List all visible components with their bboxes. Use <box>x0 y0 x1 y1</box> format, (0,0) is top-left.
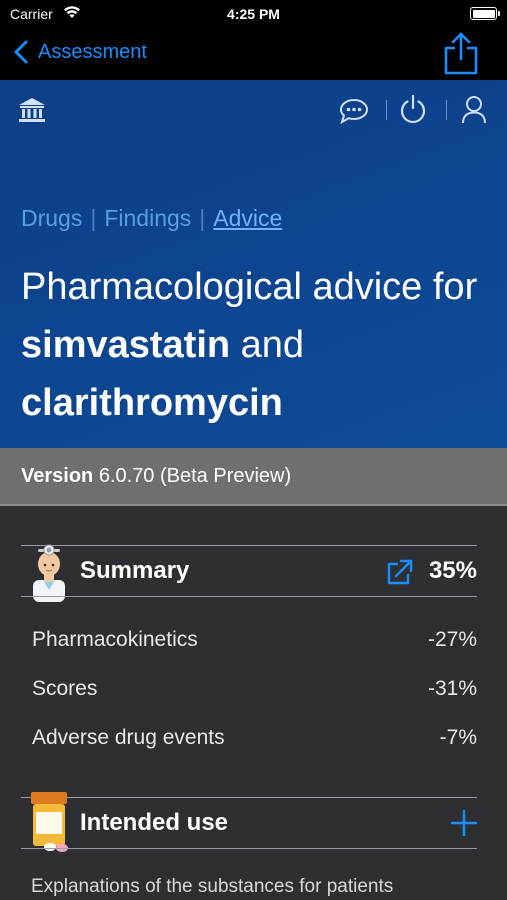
version-bar: Version 6.0.70 (Beta Preview) <box>0 448 507 506</box>
breadcrumb: Drugs | Findings | Advice <box>21 205 282 232</box>
title-drug-1: simvastatin <box>21 324 231 366</box>
chat-icon[interactable] <box>339 98 369 124</box>
back-button-label: Assessment <box>38 40 147 63</box>
intended-use-explanation: Explanations of the substances for patie… <box>31 876 394 897</box>
list-item[interactable]: Adverse drug events -7% <box>32 726 477 750</box>
user-icon[interactable] <box>461 95 487 125</box>
battery-icon <box>470 7 500 20</box>
title-connector: and <box>240 324 305 366</box>
metric-value: -7% <box>439 726 477 749</box>
hero-header: Drugs | Findings | Advice Pharmacological ad… <box>0 80 507 448</box>
plus-icon[interactable] <box>451 810 477 836</box>
title-drug-2: clarithromycin <box>21 382 283 424</box>
intended-use-title: Intended use <box>80 809 229 836</box>
intended-use-header[interactable]: Intended use <box>0 792 507 852</box>
summary-title: Summary <box>80 557 190 584</box>
summary-percent: 35% <box>428 557 477 584</box>
version-value: 6.0.70 (Beta Preview) <box>98 465 292 487</box>
doctor-icon <box>33 544 65 602</box>
version-label: Version <box>21 465 94 487</box>
metric-value: -27% <box>427 628 477 651</box>
breadcrumb-separator: | <box>90 205 97 231</box>
list-item[interactable]: Pharmacokinetics -27% <box>32 628 477 652</box>
divider <box>446 100 447 120</box>
metric-name: Scores <box>32 677 98 700</box>
metric-name: Pharmacokinetics <box>32 628 198 651</box>
breadcrumb-separator: | <box>199 205 206 231</box>
breadcrumb-drugs[interactable]: Drugs <box>21 205 82 231</box>
divider <box>21 596 477 597</box>
power-icon[interactable] <box>399 94 427 124</box>
status-bar: Carrier 4:25 PM <box>0 0 507 28</box>
clock: 4:25 PM <box>227 6 280 22</box>
summary-header[interactable]: Summary 35% <box>0 544 507 602</box>
chevron-left-icon <box>14 40 28 64</box>
external-link-icon[interactable] <box>386 559 414 585</box>
title-prefix: Pharmacological advice for <box>21 266 478 308</box>
share-icon[interactable] <box>443 30 479 76</box>
divider <box>386 100 387 120</box>
pill-bottle-icon <box>31 792 68 852</box>
navigation-bar: Assessment <box>0 28 507 80</box>
divider <box>21 848 477 849</box>
back-button[interactable]: Assessment <box>14 40 147 64</box>
bank-icon[interactable] <box>18 96 46 124</box>
metric-value: -31% <box>427 677 477 700</box>
breadcrumb-findings[interactable]: Findings <box>104 205 191 231</box>
list-item[interactable]: Scores -31% <box>32 677 477 701</box>
page-title: Pharmacological advice for simvastatin a… <box>21 258 491 432</box>
metric-name: Adverse drug events <box>32 726 225 749</box>
breadcrumb-advice[interactable]: Advice <box>213 205 282 231</box>
